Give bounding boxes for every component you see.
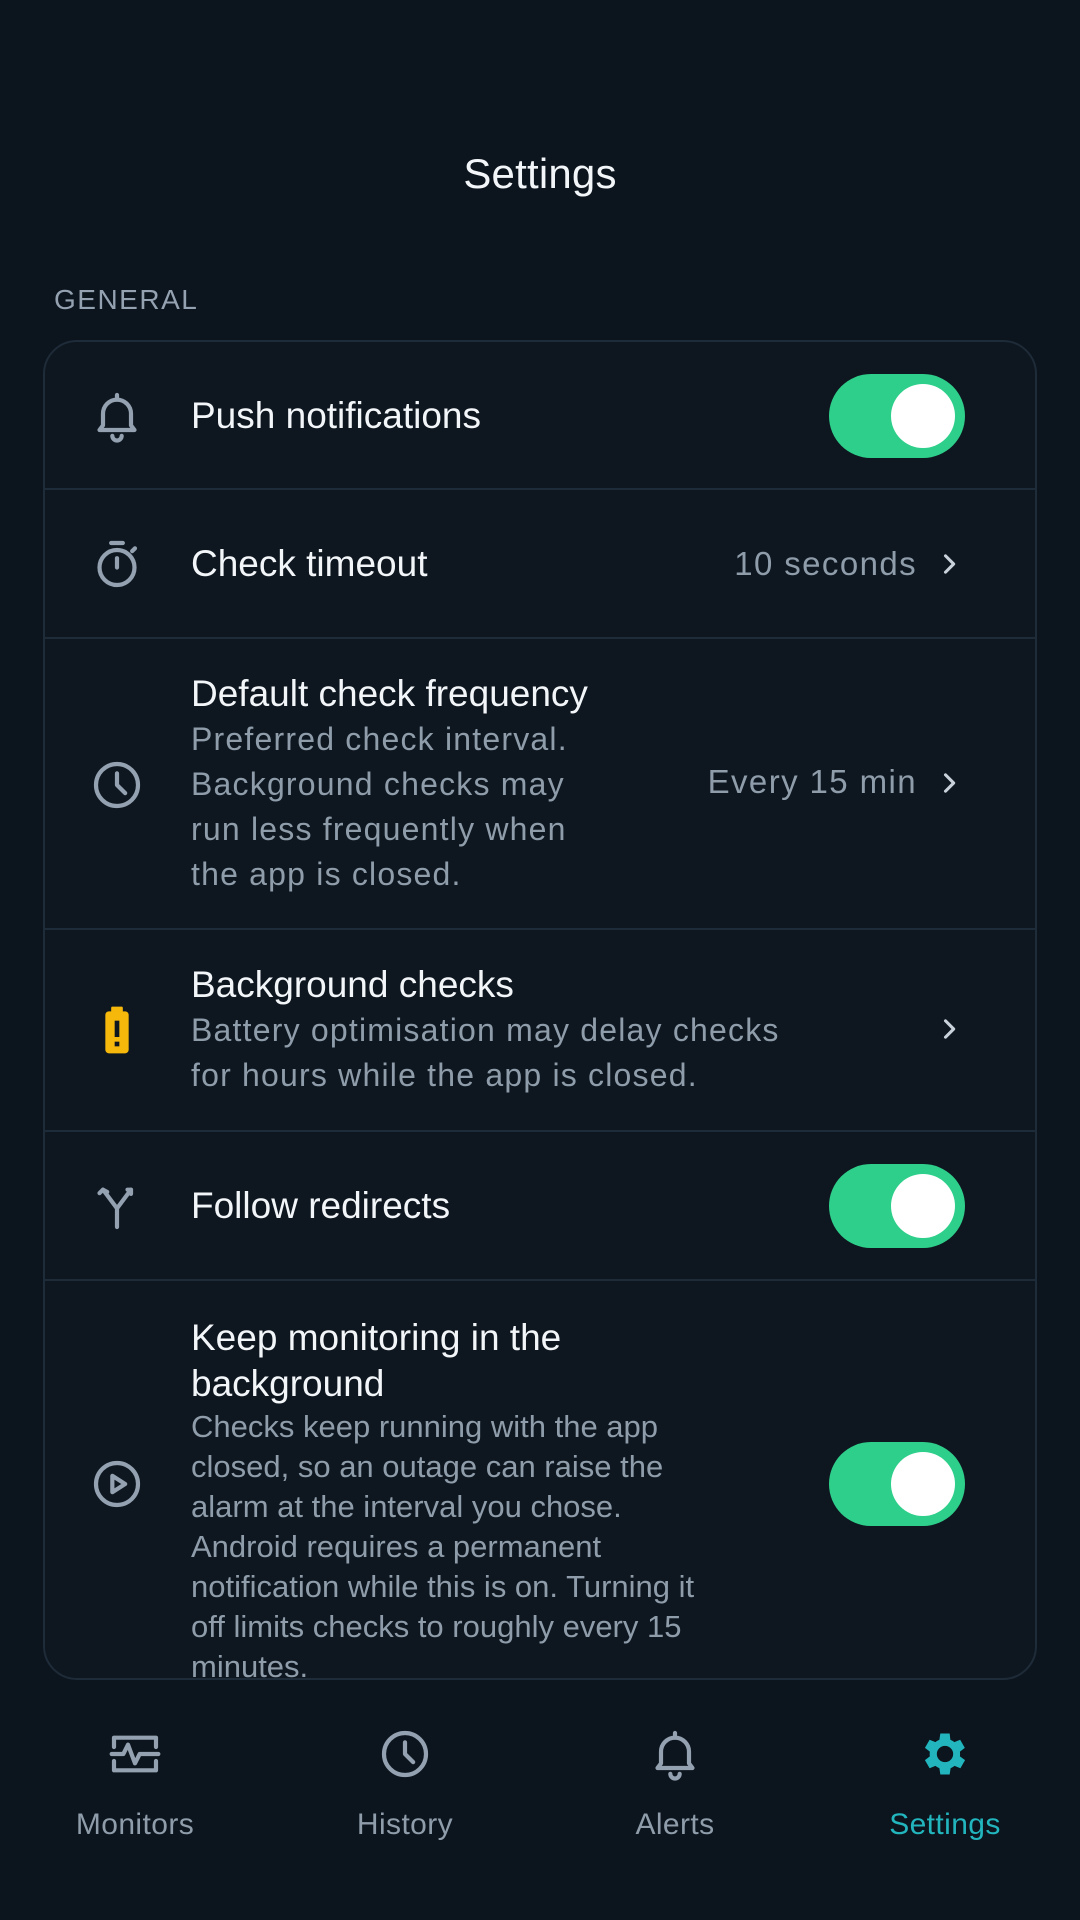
push-notifications-toggle[interactable]: [829, 374, 965, 458]
setting-subtitle-line: closed, so an outage can raise the: [191, 1449, 664, 1484]
fork-arrows-icon: [89, 1178, 145, 1234]
section-label-general: GENERAL: [54, 284, 199, 315]
nav-label: Alerts: [635, 1808, 715, 1841]
setting-subtitle-line: Battery optimisation may delay checks: [191, 1012, 780, 1048]
setting-subtitle-line: the app is closed.: [191, 856, 462, 892]
setting-subtitle-line: run less frequently when: [191, 811, 567, 847]
nav-item-monitors[interactable]: Monitors: [0, 1690, 270, 1890]
setting-subtitle-line: alarm at the interval you chose.: [191, 1489, 622, 1524]
setting-subtitle-line: Background checks may: [191, 766, 565, 802]
setting-row-background-checks[interactable]: Background checks Battery optimisation m…: [45, 930, 1035, 1132]
setting-title: Follow redirects: [191, 1185, 451, 1226]
nav-label: History: [356, 1808, 454, 1841]
nav-label: Monitors: [75, 1808, 195, 1841]
battery-alert-icon: [89, 1002, 145, 1058]
setting-title: Default check frequency: [191, 673, 588, 714]
chevron-right-icon: [935, 1015, 963, 1043]
bottom-nav: Monitors History Alerts Settings: [0, 1690, 1080, 1920]
follow-redirects-toggle[interactable]: [829, 1164, 965, 1248]
setting-title-line: background: [191, 1363, 385, 1404]
setting-subtitle-line: minutes.: [191, 1649, 309, 1680]
default-frequency-value: Every 15 min: [707, 763, 917, 800]
toggle-knob: [891, 1452, 955, 1516]
chevron-right-icon: [935, 769, 963, 797]
pulse-monitor-icon: [107, 1726, 163, 1782]
setting-row-check-timeout[interactable]: Check timeout 10 seconds: [45, 490, 1035, 639]
nav-label: Settings: [889, 1808, 1001, 1841]
bell-icon: [647, 1726, 703, 1782]
toggle-knob: [891, 1174, 955, 1238]
toggle-knob: [891, 384, 955, 448]
clock-icon: [89, 757, 145, 813]
setting-row-follow-redirects[interactable]: Follow redirects: [45, 1132, 1035, 1281]
check-timeout-value: 10 seconds: [734, 545, 917, 582]
stopwatch-icon: [89, 536, 145, 592]
nav-item-history[interactable]: History: [270, 1690, 540, 1890]
settings-card: Push notifications Check timeout 10 seco…: [43, 340, 1037, 1680]
setting-subtitle-line: Preferred check interval.: [191, 721, 568, 757]
clock-icon: [377, 1726, 433, 1782]
setting-subtitle-line: Checks keep running with the app: [191, 1409, 659, 1444]
page-title: Settings: [463, 150, 617, 197]
nav-item-alerts[interactable]: Alerts: [540, 1690, 810, 1890]
bell-icon: [89, 388, 145, 444]
setting-title: Push notifications: [191, 395, 482, 436]
setting-subtitle-line: Android requires a permanent: [191, 1529, 602, 1564]
setting-subtitle-line: off limits checks to roughly every 15: [191, 1609, 682, 1644]
settings-screen: Settings GENERAL Push notifications Chec…: [0, 0, 1080, 1920]
setting-subtitle-line: for hours while the app is closed.: [191, 1057, 698, 1093]
setting-row-push-notifications[interactable]: Push notifications: [45, 342, 1035, 490]
setting-row-keep-monitoring[interactable]: Keep monitoring in the background Checks…: [45, 1281, 1035, 1680]
setting-row-default-frequency[interactable]: Default check frequency Preferred check …: [45, 639, 1035, 930]
setting-subtitle-line: notification while this is on. Turning i…: [191, 1569, 695, 1604]
nav-item-settings[interactable]: Settings: [810, 1690, 1080, 1890]
setting-title-line: Keep monitoring in the: [191, 1317, 562, 1358]
keep-monitoring-toggle[interactable]: [829, 1442, 965, 1526]
setting-title: Background checks: [191, 964, 514, 1005]
setting-title: Check timeout: [191, 543, 428, 584]
chevron-right-icon: [935, 550, 963, 578]
gear-icon: [917, 1726, 973, 1782]
play-circle-icon: [89, 1456, 145, 1512]
